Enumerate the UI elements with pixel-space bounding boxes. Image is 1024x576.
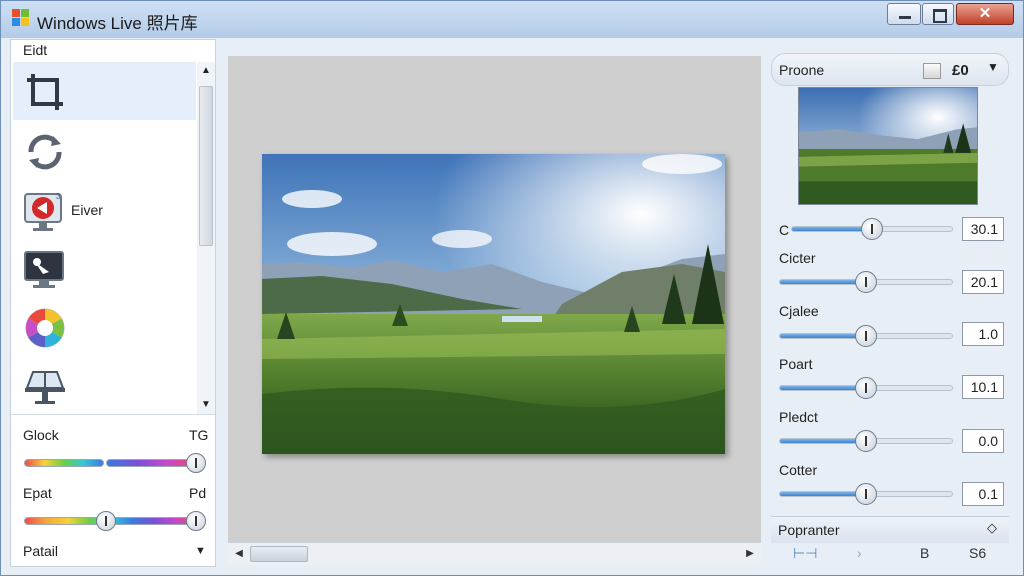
photo-gallery-window: Windows Live 照片库 ✕ Eidt 3 Eiver ▲ ▼ Gloc…	[0, 0, 1024, 576]
scroll-up-icon[interactable]: ▲	[197, 62, 215, 80]
adjustment-label-2: Cicter	[779, 250, 816, 266]
close-button[interactable]: ✕	[956, 3, 1014, 25]
close-icon: ✕	[978, 5, 992, 22]
adjustment-value-2[interactable]: 20.1	[962, 270, 1004, 294]
window-title: Windows Live 照片库	[37, 14, 198, 33]
adjustment-knob-2[interactable]	[855, 271, 877, 293]
color-saturation-track[interactable]	[106, 459, 198, 467]
exposure-control-value: Pd	[189, 485, 207, 501]
adjustment-label-3: Cjalee	[779, 303, 819, 319]
adjustment-label-1: C	[779, 222, 790, 238]
adjustment-knob-3[interactable]	[855, 325, 877, 347]
panel-header: Eidt	[23, 42, 48, 58]
adjustment-value-5[interactable]: 0.0	[962, 429, 1004, 453]
adjustment-fill-1	[792, 227, 872, 231]
panel-toggle-icon[interactable]	[923, 63, 941, 79]
landscape-photo[interactable]	[262, 154, 725, 454]
scroll-down-icon[interactable]: ▼	[197, 396, 215, 414]
crop-icon	[27, 74, 63, 110]
bottom-toolbar: ⊢⊣ › B S6	[771, 543, 1009, 567]
color-slider-knob[interactable]	[186, 453, 207, 473]
header-dropdown-icon[interactable]: ▼	[987, 60, 999, 74]
settings-icon[interactable]: S6	[969, 545, 986, 561]
adjustment-fill-4	[780, 386, 866, 390]
photo-canvas	[228, 56, 761, 542]
monitor-edit-icon	[24, 251, 64, 288]
preset-label[interactable]: Patail	[23, 543, 58, 559]
horizontal-scroll-thumb[interactable]	[250, 546, 308, 562]
title-bar[interactable]: Windows Live 照片库 ✕	[1, 1, 1023, 38]
adjustment-knob-4[interactable]	[855, 377, 877, 399]
minimize-icon	[899, 16, 911, 19]
exposure-slider-knob-2[interactable]	[186, 511, 207, 531]
color-wheel-icon	[25, 308, 65, 348]
histogram-icon[interactable]: £0	[952, 62, 969, 79]
tool-color[interactable]	[13, 298, 196, 356]
tools-scrollbar[interactable]: ▲ ▼	[197, 62, 215, 414]
tool-rotate[interactable]	[13, 122, 196, 180]
preset-chevron-down-icon[interactable]: ▼	[195, 545, 206, 557]
scroll-right-icon[interactable]: ▶	[742, 545, 758, 563]
adjustment-fill-3	[780, 334, 866, 338]
adjustments-header[interactable]: Proone £0 ▼	[771, 53, 1009, 86]
scroll-thumb[interactable]	[199, 86, 213, 246]
canvas-horizontal-scrollbar[interactable]: ◀ ▶	[228, 542, 761, 565]
edit-tools-panel: Eidt 3 Eiver ▲ ▼ Glock TG Epat Pd Patail…	[10, 39, 216, 567]
adjustment-knob-1[interactable]	[861, 218, 883, 240]
photo-thumbnail	[798, 87, 978, 205]
minimize-button[interactable]	[887, 3, 921, 25]
presets-label: Popranter	[778, 522, 840, 538]
adjustment-label-6: Cotter	[779, 462, 818, 478]
windows-logo-icon	[12, 9, 30, 27]
panel-divider	[11, 414, 215, 415]
tool-red-eye[interactable]: 3 Eiver	[13, 182, 196, 240]
adjustment-label-4: Poart	[779, 356, 813, 372]
presets-section[interactable]: Popranter ◇	[771, 516, 1009, 543]
straighten-icon	[25, 371, 65, 404]
next-icon[interactable]: ›	[857, 545, 862, 561]
exposure-slider-knob-1[interactable]	[95, 511, 116, 531]
tool-straighten[interactable]	[13, 356, 196, 414]
adjustment-label-5: Pledct	[779, 409, 818, 425]
color-control-label: Glock	[23, 427, 59, 443]
tool-label-red-eye: Eiver	[71, 202, 103, 218]
tool-crop[interactable]	[13, 62, 196, 120]
adjustment-knob-5[interactable]	[855, 430, 877, 452]
adjustment-value-4[interactable]: 10.1	[962, 375, 1004, 399]
bold-icon[interactable]: B	[920, 545, 929, 561]
adjustments-title: Proone	[779, 62, 825, 78]
presets-expand-icon[interactable]: ◇	[987, 520, 997, 536]
adjustment-value-1[interactable]: 30.1	[962, 217, 1004, 241]
adjustment-knob-6[interactable]	[855, 483, 877, 505]
svg-text:3: 3	[56, 192, 61, 201]
adjustment-value-6[interactable]: 0.1	[962, 482, 1004, 506]
adjustments-panel: Proone £0 ▼ C 30.1 Cicter 20.1 Cjalee 1.…	[771, 53, 1011, 567]
color-control-value: TG	[189, 427, 209, 443]
red-eye-icon: 3	[24, 192, 62, 231]
fit-width-icon[interactable]: ⊢⊣	[793, 545, 817, 562]
color-hue-track[interactable]	[24, 459, 104, 467]
adjustment-fill-5	[780, 439, 866, 443]
adjustment-fill-6	[780, 492, 866, 496]
tool-monitor-edit[interactable]	[13, 240, 196, 298]
adjustment-value-3[interactable]: 1.0	[962, 322, 1004, 346]
scroll-left-icon[interactable]: ◀	[231, 545, 247, 563]
rotate-icon	[28, 134, 62, 170]
maximize-icon	[933, 9, 947, 23]
adjustment-fill-2	[780, 280, 866, 284]
maximize-button[interactable]	[922, 3, 954, 25]
tools-list: 3 Eiver	[13, 62, 196, 426]
exposure-control-label: Epat	[23, 485, 52, 501]
